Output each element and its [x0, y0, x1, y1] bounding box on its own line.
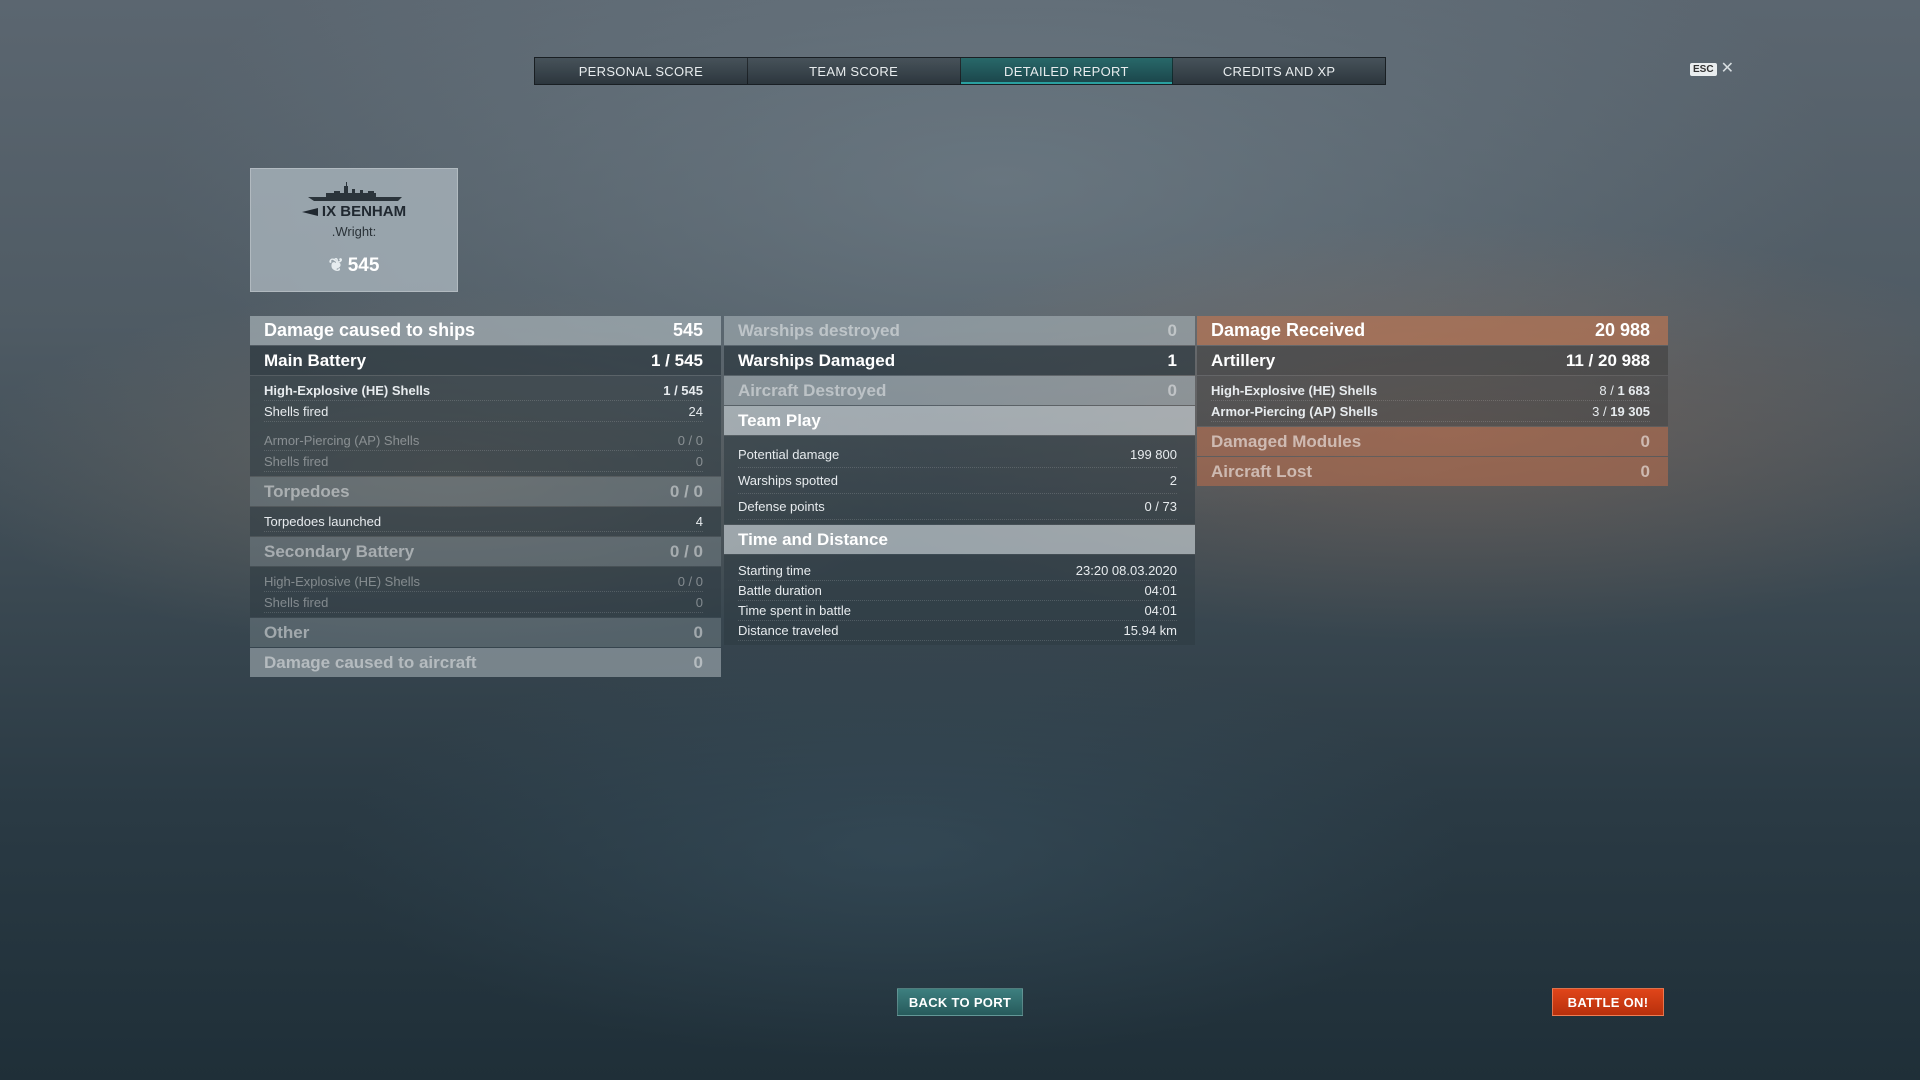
ship-card: IX BENHAM .Wright: ❦ 545: [250, 168, 458, 292]
ship-class-icon: [301, 208, 318, 217]
artillery-row: Artillery 11 / 20 988: [1197, 346, 1668, 375]
close-button[interactable]: ESC ✕: [1690, 61, 1734, 77]
ship-silhouette-icon: [308, 182, 402, 201]
main-battery-details: High-Explosive (HE) Shells 1 / 545 Shells…: [250, 376, 721, 476]
combat-summary-panel: Warships destroyed 0 Warships Damaged 1 Ai…: [724, 316, 1195, 646]
defense-points-row: Defense points 0 / 73: [738, 494, 1177, 520]
player-name: .Wright:: [331, 224, 377, 239]
aircraft-destroyed-row: Aircraft Destroyed 0: [724, 376, 1195, 405]
ship-score: ❦ 545: [328, 255, 380, 276]
time-distance-details: Starting time 23:20 08.03.2020 Battle dur…: [724, 555, 1195, 645]
secondary-fired-row: Shells fired 0: [264, 592, 703, 613]
ap-shells-row: Armor-Piercing (AP) Shells 0 / 0: [264, 430, 703, 451]
laurel-icon: ❦: [328, 255, 344, 275]
main-battery-row: Main Battery 1 / 545: [250, 346, 721, 375]
damage-dealt-panel: Damage caused to ships 545 Main Battery 1 …: [250, 316, 721, 678]
time-distance-header: Time and Distance: [724, 525, 1195, 554]
starting-time-row: Starting time 23:20 08.03.2020: [738, 561, 1177, 581]
close-icon[interactable]: ✕: [1721, 61, 1734, 77]
distance-row: Distance traveled 15.94 km: [738, 621, 1177, 641]
tab-team-score[interactable]: TEAM SCORE: [747, 58, 961, 84]
battle-on-button[interactable]: BATTLE ON!: [1552, 988, 1664, 1016]
torpedoes-launched-row: Torpedoes launched 4: [264, 511, 703, 532]
time-spent-row: Time spent in battle 04:01: [738, 601, 1177, 621]
ship-name: IX BENHAM: [251, 203, 457, 220]
received-he-row: High-Explosive (HE) Shells 8 / 1 683: [1211, 380, 1650, 401]
team-play-header: Team Play: [724, 406, 1195, 435]
torpedoes-row: Torpedoes 0 / 0: [250, 477, 721, 506]
potential-damage-row: Potential damage 199 800: [738, 442, 1177, 468]
damaged-modules-row: Damaged Modules 0: [1197, 427, 1668, 456]
ap-fired-row: Shells fired 0: [264, 451, 703, 472]
tab-credits-and-xp[interactable]: CREDITS AND XP: [1173, 58, 1385, 84]
tab-detailed-report[interactable]: DETAILED REPORT: [960, 58, 1174, 84]
he-shells-row: High-Explosive (HE) Shells 1 / 545: [264, 380, 703, 401]
secondary-details: High-Explosive (HE) Shells 0 / 0 Shells f…: [250, 567, 721, 617]
received-ap-row: Armor-Piercing (AP) Shells 3 / 19 305: [1211, 401, 1650, 422]
artillery-details: High-Explosive (HE) Shells 8 / 1 683 Armo…: [1197, 376, 1668, 426]
secondary-battery-row: Secondary Battery 0 / 0: [250, 537, 721, 566]
esc-key-label: ESC: [1690, 62, 1717, 76]
he-fired-row: Shells fired 24: [264, 401, 703, 422]
back-to-port-button[interactable]: BACK TO PORT: [897, 988, 1023, 1016]
tab-personal-score[interactable]: PERSONAL SCORE: [535, 58, 748, 84]
warships-damaged-row: Warships Damaged 1: [724, 346, 1195, 375]
report-tabs: PERSONAL SCORE TEAM SCORE DETAILED REPOR…: [534, 57, 1386, 85]
team-play-details: Potential damage 199 800 Warships spotted…: [724, 436, 1195, 524]
warships-destroyed-row: Warships destroyed 0: [724, 316, 1195, 345]
other-row: Other 0: [250, 618, 721, 647]
secondary-he-row: High-Explosive (HE) Shells 0 / 0: [264, 571, 703, 592]
damage-ships-row: Damage caused to ships 545: [250, 316, 721, 345]
aircraft-lost-row: Aircraft Lost 0: [1197, 457, 1668, 486]
warships-spotted-row: Warships spotted 2: [738, 468, 1177, 494]
damage-aircraft-row: Damage caused to aircraft 0: [250, 648, 721, 677]
damage-received-row: Damage Received 20 988: [1197, 316, 1668, 345]
damage-received-panel: Damage Received 20 988 Artillery 11 / 20 9…: [1197, 316, 1668, 487]
torpedo-details: Torpedoes launched 4: [250, 507, 721, 536]
battle-duration-row: Battle duration 04:01: [738, 581, 1177, 601]
